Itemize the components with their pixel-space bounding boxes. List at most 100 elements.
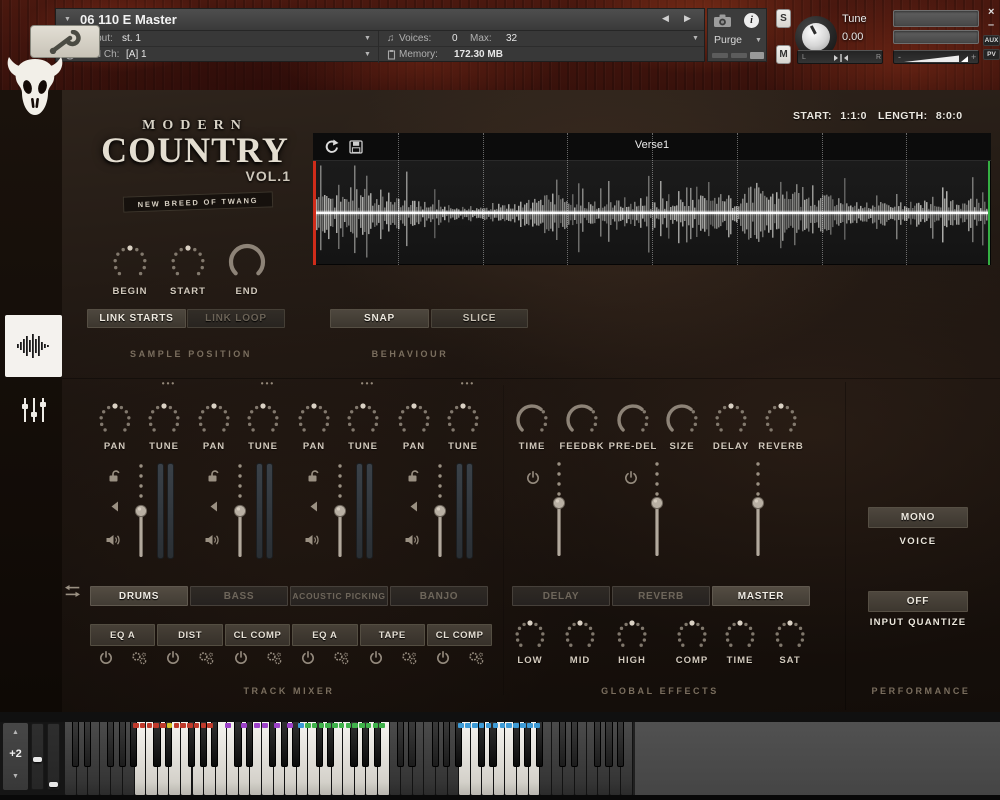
input-quantize-button[interactable]: OFF xyxy=(868,591,968,612)
track-tab-bass[interactable]: BASS xyxy=(190,586,288,606)
solo-button[interactable]: S xyxy=(776,9,791,28)
expanded-view-tab[interactable] xyxy=(750,52,764,59)
fx-time-knob[interactable] xyxy=(512,400,552,440)
piano-key-black[interactable] xyxy=(246,722,253,767)
channel-1-volume-fader[interactable] xyxy=(130,458,152,564)
piano-key-black[interactable] xyxy=(107,722,114,767)
piano-key-black[interactable] xyxy=(119,722,126,767)
piano-key-black[interactable] xyxy=(292,722,299,767)
lock-icon[interactable] xyxy=(107,469,121,483)
mute-icon[interactable] xyxy=(208,501,218,512)
end-knob[interactable] xyxy=(225,240,269,284)
power-icon[interactable] xyxy=(624,471,638,485)
insert-button-cl-comp-3[interactable]: CL COMP xyxy=(225,624,290,646)
speaker-icon[interactable] xyxy=(405,534,421,546)
mute-icon[interactable] xyxy=(408,501,418,512)
channel-menu-dots[interactable]: ••• xyxy=(256,379,280,389)
piano-key-black[interactable] xyxy=(362,722,369,767)
global-high-knob[interactable] xyxy=(613,617,651,655)
loop-end-marker[interactable] xyxy=(988,161,991,265)
fx-reverb-knob[interactable] xyxy=(761,400,801,440)
settings-gears-icon[interactable] xyxy=(198,651,214,666)
pan-slider[interactable]: L R xyxy=(797,50,883,64)
settings-gears-icon[interactable] xyxy=(468,651,484,666)
lock-icon[interactable] xyxy=(206,469,220,483)
piano-key-black[interactable] xyxy=(350,722,357,767)
pitch-wheel[interactable] xyxy=(47,723,60,790)
pan-center-handle-icon[interactable] xyxy=(834,53,848,63)
global-comp-knob[interactable] xyxy=(673,617,711,655)
output-row[interactable]: Output: st. 1 ▼ ▼ xyxy=(56,31,704,47)
piano-key-black[interactable] xyxy=(374,722,381,767)
piano-key-black[interactable] xyxy=(559,722,566,767)
fx-size-knob[interactable] xyxy=(662,400,702,440)
tune-knob[interactable] xyxy=(802,23,830,51)
bus-tab-master[interactable]: MASTER xyxy=(712,586,810,606)
global-sat-knob[interactable] xyxy=(771,617,809,655)
begin-knob[interactable] xyxy=(109,242,151,284)
prev-instrument-arrow[interactable]: ◀ xyxy=(662,13,669,24)
voice-mode-button[interactable]: MONO xyxy=(868,507,968,528)
power-icon[interactable] xyxy=(234,651,248,665)
delay-return-fader[interactable] xyxy=(548,458,570,564)
piano-key-black[interactable] xyxy=(594,722,601,767)
piano-key-black[interactable] xyxy=(316,722,323,767)
piano-key-black[interactable] xyxy=(443,722,450,767)
wave-page-tab[interactable] xyxy=(5,315,62,377)
piano-key-black[interactable] xyxy=(408,722,415,767)
pitch-wheel-handle[interactable] xyxy=(49,782,58,787)
channel-4-pan-knob[interactable] xyxy=(394,400,434,440)
loop-start-marker[interactable] xyxy=(313,161,316,265)
mixer-page-tab[interactable] xyxy=(20,396,48,424)
piano-key-black[interactable] xyxy=(617,722,624,767)
slice-button[interactable]: SLICE xyxy=(431,309,528,328)
piano-key-black[interactable] xyxy=(605,722,612,767)
piano-key-black[interactable] xyxy=(397,722,404,767)
channel-menu-dots[interactable]: ••• xyxy=(157,379,181,389)
power-icon[interactable] xyxy=(436,651,450,665)
power-icon[interactable] xyxy=(301,651,315,665)
insert-button-dist-2[interactable]: DIST xyxy=(157,624,222,646)
speaker-icon[interactable] xyxy=(305,534,321,546)
channel-menu-dots[interactable]: ••• xyxy=(356,379,380,389)
piano-key-black[interactable] xyxy=(524,722,531,767)
info-icon[interactable]: i xyxy=(744,13,759,28)
piano-key-black[interactable] xyxy=(72,722,79,767)
channel-1-tune-knob[interactable] xyxy=(144,400,184,440)
default-view-tab[interactable] xyxy=(731,53,747,58)
minimized-view-tab[interactable] xyxy=(712,53,728,58)
mute-icon[interactable] xyxy=(109,501,119,512)
piano-key-black[interactable] xyxy=(165,722,172,767)
start-knob[interactable] xyxy=(167,242,209,284)
lock-icon[interactable] xyxy=(306,469,320,483)
piano-key-black[interactable] xyxy=(432,722,439,767)
piano-key-black[interactable] xyxy=(234,722,241,767)
fx-delay-knob[interactable] xyxy=(711,400,751,440)
global-low-knob[interactable] xyxy=(511,617,549,655)
track-tab-drums[interactable]: DRUMS xyxy=(90,586,188,606)
piano-key-black[interactable] xyxy=(281,722,288,767)
instrument-menu-caret[interactable]: ▼ xyxy=(64,16,71,23)
track-tab-acoustic-picking[interactable]: ACOUSTIC PICKING xyxy=(290,586,388,606)
piano-key-black[interactable] xyxy=(188,722,195,767)
reverb-return-fader[interactable] xyxy=(646,458,668,564)
output-dropdown-caret[interactable]: ▼ xyxy=(364,35,371,42)
fx-feedbk-knob[interactable] xyxy=(562,400,602,440)
minimize-icon[interactable]: – xyxy=(988,19,994,31)
snapshot-camera-icon[interactable] xyxy=(713,13,732,28)
midi-dropdown-caret[interactable]: ▼ xyxy=(364,51,371,58)
voices-dropdown-caret[interactable]: ▼ xyxy=(692,35,699,42)
snap-button[interactable]: SNAP xyxy=(330,309,429,328)
speaker-icon[interactable] xyxy=(205,534,221,546)
settings-gears-icon[interactable] xyxy=(266,651,282,666)
piano-key-black[interactable] xyxy=(478,722,485,767)
piano-key-black[interactable] xyxy=(455,722,462,767)
track-tab-banjo[interactable]: BANJO xyxy=(390,586,488,606)
mod-wheel[interactable] xyxy=(31,723,44,790)
channel-3-volume-fader[interactable] xyxy=(329,458,351,564)
pv-button[interactable]: PV xyxy=(983,49,1000,60)
mute-icon[interactable] xyxy=(308,501,318,512)
transpose-down-arrow[interactable]: ▼ xyxy=(3,771,28,781)
piano-key-black[interactable] xyxy=(153,722,160,767)
power-icon[interactable] xyxy=(526,471,540,485)
